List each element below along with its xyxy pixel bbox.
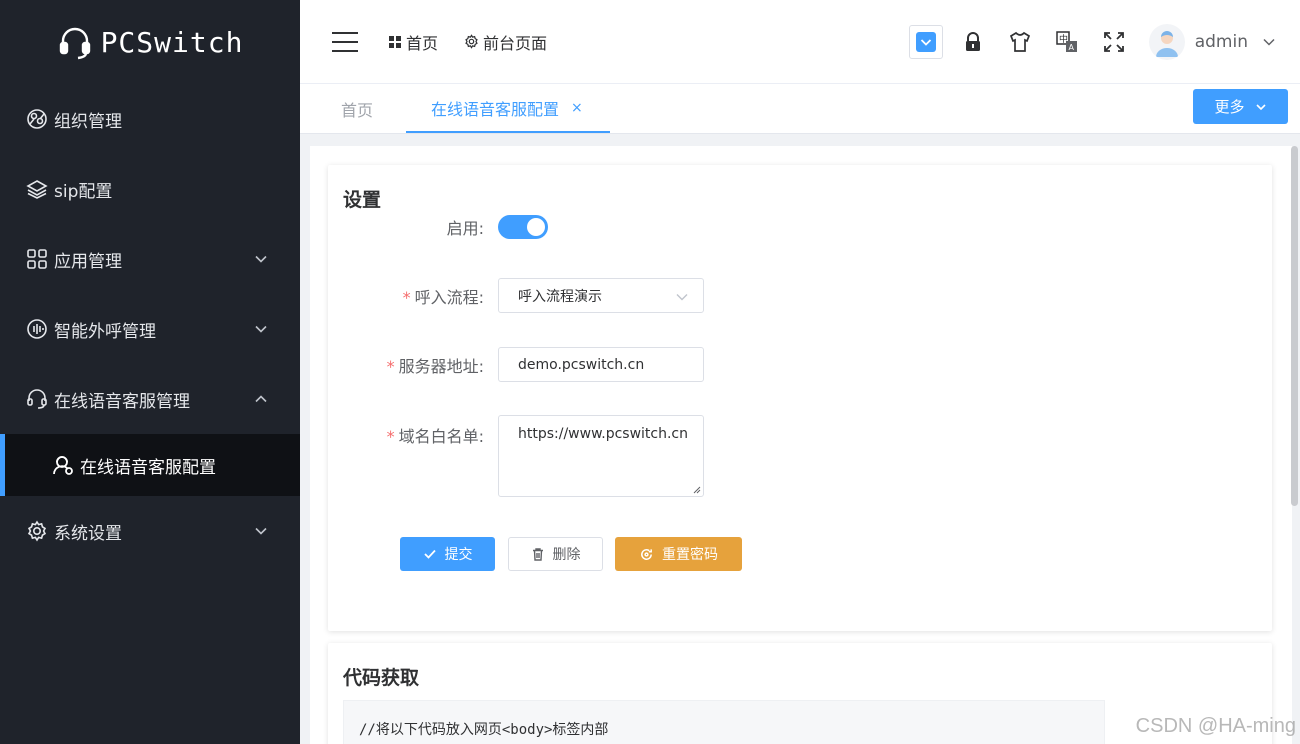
scrollbar[interactable] [1291,146,1298,506]
org-icon [26,108,48,130]
main-content: 设置 启用: * 呼入流程: 呼入流程演示 * 服务器地址: demo.pcswit… [310,146,1292,744]
code-line: //将以下代码放入网页<body>标签内部 [359,722,609,738]
resize-grip-icon[interactable] [691,484,701,494]
menu-toggle-icon[interactable] [332,31,358,52]
tshirt-icon [1009,31,1030,52]
tab-voice-config[interactable]: 在线语音客服配置 × [406,84,610,133]
enable-row: 启用: [328,215,548,239]
refresh-icon [641,548,652,560]
chevron-down-icon[interactable] [1262,35,1276,49]
card-title: 设置 [343,189,382,211]
flow-label: * 呼入流程: [402,287,484,307]
chevron-down-icon [255,325,267,333]
sidebar: PCSwitch 组织管理 sip配置 应用管理 智能外呼管理 在线语音客服管理 [0,0,300,744]
fullscreen-button[interactable] [1097,25,1131,59]
lock-icon [965,32,980,51]
trash-icon [532,548,543,561]
headset-logo-icon [57,24,93,60]
code-block[interactable]: //将以下代码放入网页<body>标签内部 [343,700,1105,744]
nav-home-label: 首页 [406,33,439,53]
sidebar-item-label: 在线语音客服管理 [54,391,190,412]
apps-icon [26,248,48,270]
layers-icon [26,178,48,200]
theme-button[interactable] [1003,25,1037,59]
whitelist-label: * 域名白名单: [386,427,484,446]
card-title: 代码获取 [343,667,420,689]
server-input-value: demo.pcswitch.cn [518,356,645,373]
user-avatar[interactable] [1148,24,1185,60]
chevron-down-icon [1255,103,1266,110]
delete-label: 删除 [552,547,581,563]
sidebar-subitem-voice-config[interactable]: 在线语音客服配置 [0,434,300,496]
language-button[interactable]: 中A [1050,25,1084,59]
flow-row: * 呼入流程: 呼入流程演示 [328,278,704,313]
reset-password-button[interactable]: 重置密码 [615,537,742,571]
sidebar-item-system[interactable]: 系统设置 [0,496,300,566]
flow-select-value: 呼入流程演示 [518,288,602,305]
top-header: 首页 前台页面 中A admin [300,0,1300,84]
nav-home-link[interactable]: 首页 [388,30,438,54]
svg-text:A: A [1068,43,1074,52]
sidebar-item-voice-service[interactable]: 在线语音客服管理 [0,364,300,434]
whitelist-textarea[interactable]: https://www.pcswitch.cn [498,415,704,497]
sidebar-item-label: 应用管理 [54,251,122,272]
nav-frontend-link[interactable]: 前台页面 [464,30,547,54]
sidebar-item-org[interactable]: 组织管理 [0,84,300,154]
server-input[interactable]: demo.pcswitch.cn [498,347,704,382]
tab-label: 在线语音客服配置 [431,99,560,119]
gear-icon [26,520,48,542]
check-icon [423,549,436,559]
lock-screen-button[interactable] [956,25,990,59]
chevron-down-icon [676,294,688,301]
logo[interactable]: PCSwitch [0,0,300,84]
avatar-icon [1155,31,1178,57]
headset-icon [26,388,48,410]
watermark: CSDN @HA-ming [1135,715,1296,737]
settings-card: 设置 启用: * 呼入流程: 呼入流程演示 * 服务器地址: demo.pcswit… [328,165,1272,631]
code-card: 代码获取 //将以下代码放入网页<body>标签内部 [328,643,1272,744]
translate-icon: 中A [1055,31,1077,52]
more-button[interactable]: 更多 [1193,89,1288,124]
sidebar-item-label: 系统设置 [54,523,122,544]
sidebar-item-label: 智能外呼管理 [54,321,156,342]
nav-frontend-label: 前台页面 [483,33,548,53]
submit-button[interactable]: 提交 [400,537,495,571]
server-label: * 服务器地址: [386,356,484,376]
sidebar-item-label: 组织管理 [54,111,122,132]
server-row: * 服务器地址: demo.pcswitch.cn [328,347,704,382]
tab-label: 首页 [341,100,374,120]
tab-bar: 首页 在线语音客服配置 × 更多 [300,84,1300,134]
fullscreen-icon [1103,32,1124,52]
sidebar-subitem-label: 在线语音客服配置 [80,457,216,478]
chevron-down-icon [255,255,267,263]
enable-label: 启用: [446,219,484,238]
waveform-icon [26,318,48,340]
sidebar-item-sip[interactable]: sip配置 [0,154,300,224]
close-icon[interactable]: × [571,100,583,116]
enable-switch[interactable] [498,215,548,239]
tab-home[interactable]: 首页 [341,84,373,133]
dropdown-toggle-button[interactable] [908,25,943,59]
chevron-square-icon [915,32,936,52]
flow-select[interactable]: 呼入流程演示 [498,278,704,313]
grid-icon [389,35,401,48]
gear-icon [465,34,478,49]
logo-text: PCSwitch [100,25,244,59]
chevron-up-icon [255,395,267,403]
more-label: 更多 [1214,98,1245,116]
whitelist-row: * 域名白名单: https://www.pcswitch.cn [328,415,704,497]
user-service-icon [52,454,74,476]
sidebar-item-label: sip配置 [54,181,113,202]
chevron-down-icon [255,527,267,535]
sidebar-item-outbound[interactable]: 智能外呼管理 [0,294,300,364]
username[interactable]: admin [1195,32,1248,52]
sidebar-item-apps[interactable]: 应用管理 [0,224,300,294]
delete-button[interactable]: 删除 [508,537,603,571]
reset-label: 重置密码 [662,547,718,563]
submit-label: 提交 [444,547,473,563]
whitelist-value: https://www.pcswitch.cn [518,426,688,442]
header-actions: 中A admin [896,0,1276,84]
